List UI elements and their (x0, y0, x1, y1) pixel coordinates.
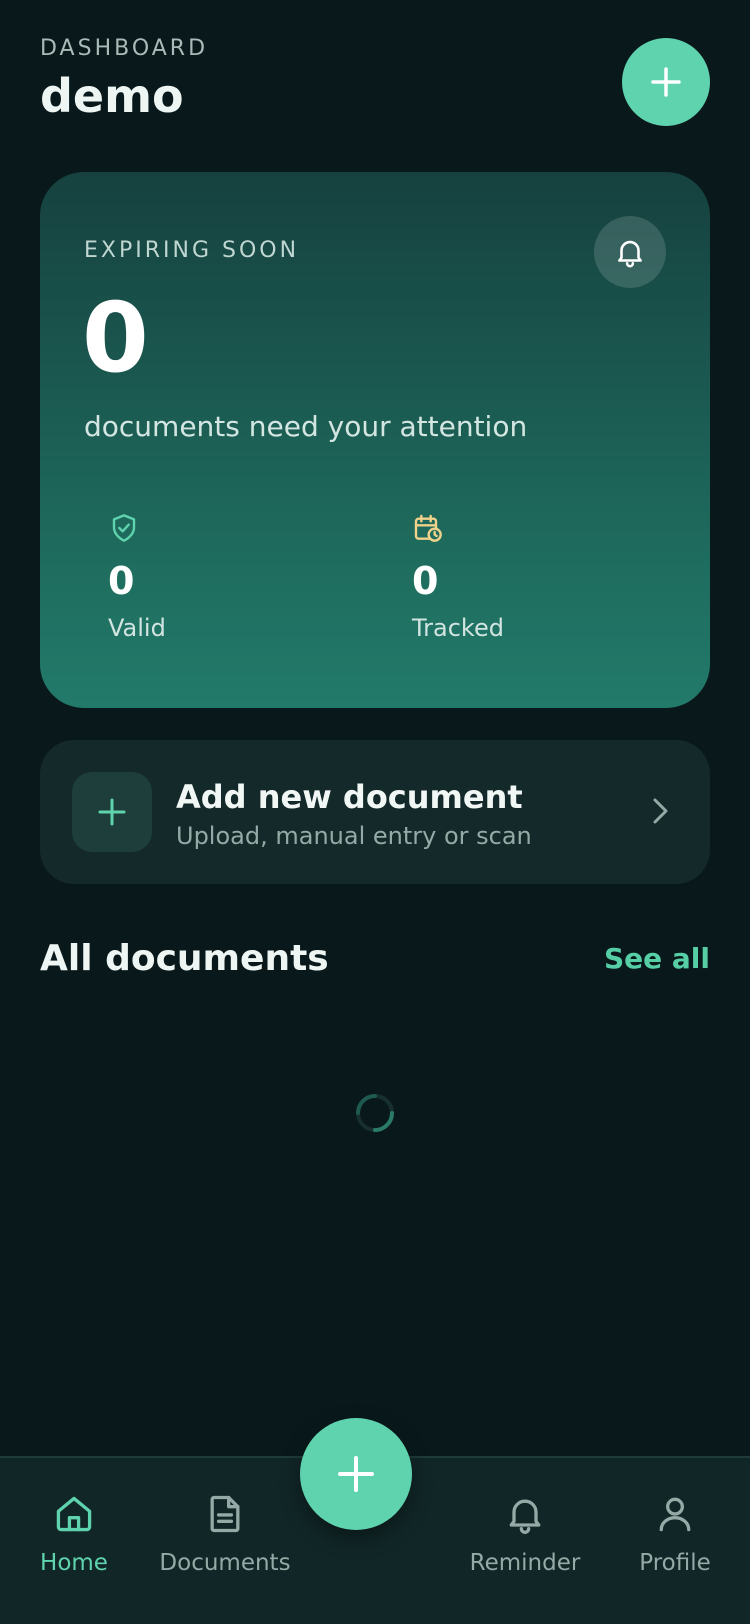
bell-icon (509, 1499, 541, 1534)
plus-icon (98, 798, 126, 826)
tab-documents[interactable]: Documents (155, 1492, 295, 1576)
document-icon (210, 1495, 240, 1533)
card-eyebrow: EXPIRING SOON (84, 238, 300, 263)
add-button-top[interactable] (622, 38, 710, 126)
stat-valid-label: Valid (108, 614, 166, 642)
page-eyebrow: DASHBOARD (40, 36, 209, 61)
chevron-right-icon (653, 798, 668, 824)
stat-valid: 0 Valid (108, 512, 166, 642)
tab-reminder[interactable]: Reminder (455, 1492, 595, 1576)
notifications-button[interactable] (594, 216, 666, 288)
plus-icon (338, 1456, 374, 1492)
shield-check-icon (112, 514, 136, 542)
card-subtitle: documents need your attention (84, 410, 528, 443)
tab-profile[interactable]: Profile (605, 1492, 745, 1576)
bell-icon (618, 240, 642, 268)
tab-reminder-label: Reminder (469, 1550, 581, 1576)
add-document-icon-box (72, 772, 152, 852)
home-icon (56, 1496, 92, 1532)
plus-icon (651, 67, 681, 97)
tab-documents-label: Documents (159, 1550, 291, 1576)
add-document-card[interactable]: Add new document Upload, manual entry or… (40, 740, 710, 884)
stat-tracked-value: 0 (412, 559, 439, 603)
tab-home-label: Home (40, 1550, 108, 1576)
section-title: All documents (40, 938, 329, 979)
loading-spinner (356, 1094, 394, 1132)
add-document-title: Add new document (176, 778, 523, 816)
see-all-link[interactable]: See all (604, 942, 710, 975)
header: DASHBOARD demo (40, 36, 710, 126)
add-document-subtitle: Upload, manual entry or scan (176, 822, 532, 850)
stat-tracked: 0 Tracked (412, 512, 504, 642)
page-title: demo (40, 69, 184, 123)
expiring-count: 0 (82, 282, 149, 394)
tab-profile-label: Profile (639, 1550, 711, 1576)
calendar-clock-icon (414, 514, 442, 542)
stat-tracked-label: Tracked (412, 614, 504, 642)
stat-valid-value: 0 (108, 559, 135, 603)
expiring-soon-card[interactable]: EXPIRING SOON 0 documents need your atte… (40, 172, 710, 708)
user-icon (659, 1497, 691, 1532)
tab-home[interactable]: Home (4, 1492, 144, 1576)
add-document-fab[interactable] (300, 1418, 412, 1530)
